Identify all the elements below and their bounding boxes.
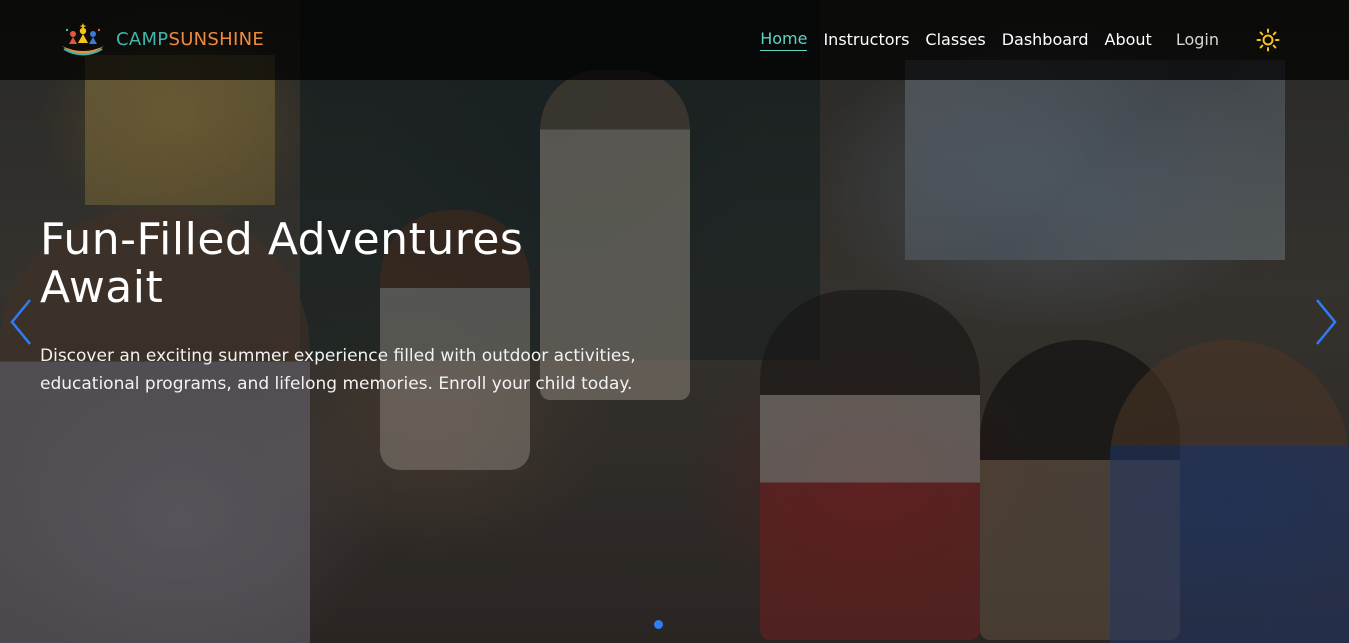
- login-link[interactable]: Login: [1176, 30, 1219, 51]
- chevron-right-icon: [1316, 299, 1337, 345]
- main-nav: Home Instructors Classes Dashboard About…: [760, 0, 1349, 80]
- navbar: CAMPSUNSHINE Home Instructors Classes Da…: [0, 0, 1349, 80]
- chevron-left-icon: [10, 299, 31, 345]
- nav-link-dashboard[interactable]: Dashboard: [1002, 30, 1089, 51]
- brand-name: CAMPSUNSHINE: [116, 22, 264, 58]
- theme-toggle-button[interactable]: [1255, 27, 1281, 53]
- hero-description: Discover an exciting summer experience f…: [40, 346, 636, 394]
- nav-link-home[interactable]: Home: [760, 29, 808, 51]
- nav-link-classes[interactable]: Classes: [925, 30, 985, 51]
- hero-title: Fun-Filled Adventures Await: [40, 214, 524, 313]
- hero-carousel: CAMPSUNSHINE Home Instructors Classes Da…: [0, 0, 1349, 643]
- carousel-prev-button[interactable]: [6, 296, 36, 348]
- nav-link-instructors[interactable]: Instructors: [823, 30, 909, 51]
- sun-icon: [1256, 28, 1280, 52]
- carousel-indicator-dot[interactable]: [654, 620, 663, 629]
- brand-name-sunshine: SUNSHINE: [168, 29, 265, 50]
- family-sun-logo-icon: [62, 23, 104, 56]
- brand-name-camp: CAMP: [116, 29, 169, 50]
- hero-dark-overlay: [0, 0, 1349, 643]
- carousel-next-button[interactable]: [1311, 296, 1341, 348]
- brand-logo-link[interactable]: CAMPSUNSHINE: [58, 22, 264, 58]
- nav-link-about[interactable]: About: [1105, 30, 1152, 51]
